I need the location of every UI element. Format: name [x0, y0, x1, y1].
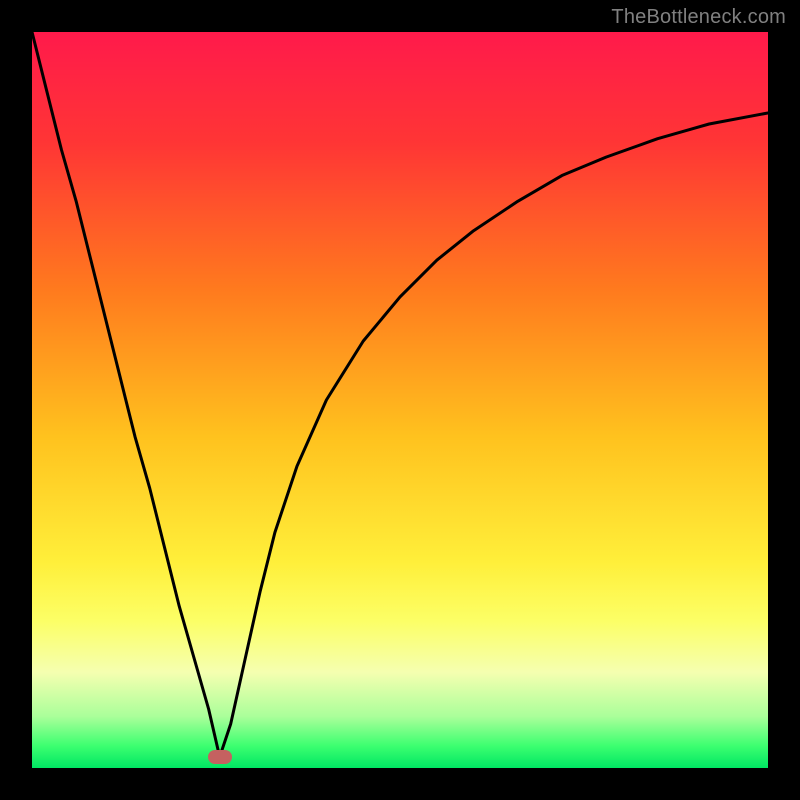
attribution-label: TheBottleneck.com	[611, 6, 786, 29]
optimal-marker	[208, 750, 232, 764]
bottleneck-plot	[32, 32, 768, 768]
plot-frame	[32, 32, 768, 768]
gradient-background	[32, 32, 768, 768]
